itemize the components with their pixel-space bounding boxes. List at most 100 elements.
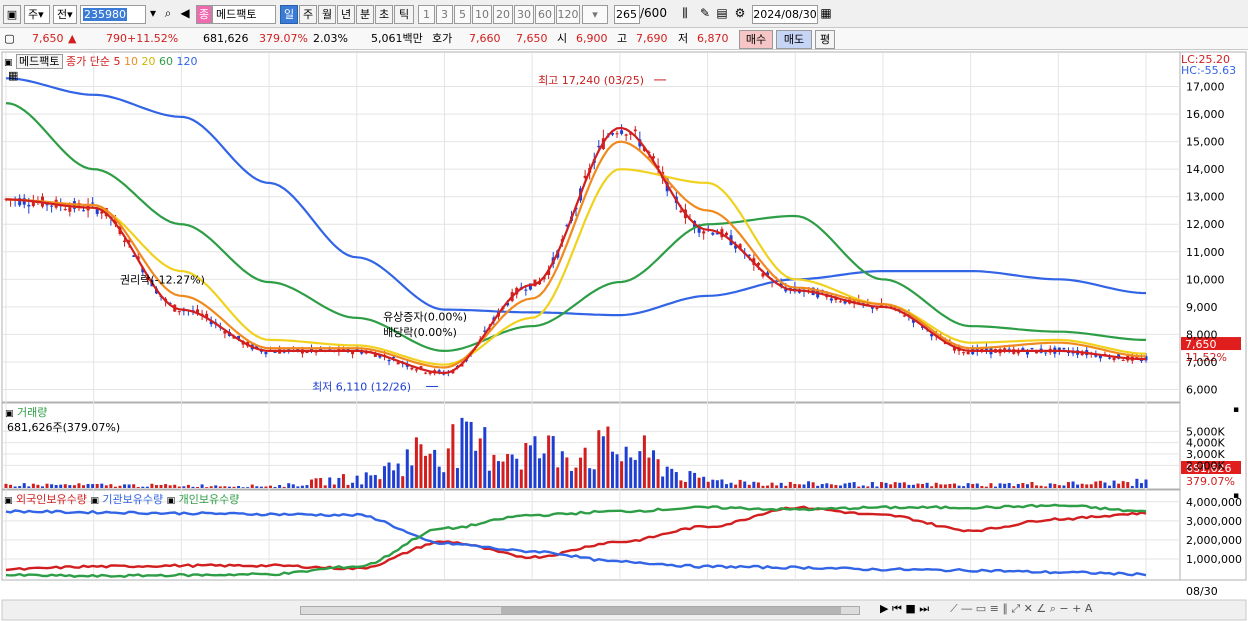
stock-code-input[interactable]: 235980 <box>80 5 146 24</box>
volume-bar <box>1025 484 1029 488</box>
count-120-button[interactable]: 120 <box>556 5 580 24</box>
volume-bar <box>952 483 956 488</box>
fib-tool-icon[interactable]: ≡ <box>990 602 999 615</box>
search-icon[interactable]: ⌕ <box>160 5 176 24</box>
scroll-last-icon[interactable]: ⏭ <box>919 602 929 615</box>
speaker-icon[interactable]: ◀ <box>176 5 194 24</box>
prev-select[interactable]: 전▾ <box>53 5 77 24</box>
candle-body <box>1108 357 1112 359</box>
legend-individual: 개인보유수량 <box>178 493 240 506</box>
stock-name-field[interactable]: 메드팩토 <box>212 5 276 24</box>
holding-toggle-icon[interactable]: ▣ <box>4 496 13 506</box>
legend-separator-icon: ▣ <box>166 496 176 506</box>
volume-bar <box>861 485 865 488</box>
zoom-icon[interactable]: ⌕ <box>1050 602 1056 615</box>
volume-bar <box>889 484 893 488</box>
volume-bar <box>346 484 350 488</box>
period-week-button[interactable]: 주 <box>299 5 317 24</box>
volume-bar <box>460 417 464 488</box>
volume-panel-close-icon[interactable]: ▪ <box>1233 405 1239 415</box>
volume-bar <box>328 477 332 488</box>
volume-bar <box>752 481 756 488</box>
trend-tool-icon[interactable]: ⤢ <box>1011 602 1020 615</box>
high-label: 고 <box>617 32 628 45</box>
zoom-out-icon[interactable]: − <box>1059 602 1068 615</box>
rights-offering-annotation: 유상증자(0.00%) <box>383 311 467 324</box>
zoom-in-icon[interactable]: + <box>1072 602 1081 615</box>
hline-tool-icon[interactable]: ― <box>961 602 972 615</box>
volume-bar <box>524 443 528 488</box>
volume-bar <box>588 468 592 488</box>
view-count-input[interactable]: 265 <box>614 5 640 24</box>
candle-body <box>1007 348 1011 350</box>
period-second-button[interactable]: 초 <box>375 5 393 24</box>
stop-icon[interactable]: ■ <box>905 602 915 615</box>
chart-svg: 7,65011.52% 681,626379.07% 17,00016,0001… <box>0 50 1248 621</box>
scrollbar-thumb[interactable] <box>501 607 841 614</box>
expand-icon[interactable]: ▢ <box>3 30 16 49</box>
period-day-button[interactable]: 일 <box>280 5 298 24</box>
count-5-button[interactable]: 5 <box>454 5 471 24</box>
cross-tool-icon[interactable]: ✕ <box>1024 602 1033 615</box>
horizontal-scrollbar[interactable] <box>300 606 860 615</box>
volume-bar <box>647 457 651 488</box>
rect-tool-icon[interactable]: ▭ <box>976 602 986 615</box>
volume-bar <box>22 483 26 488</box>
volume-bar <box>601 436 605 488</box>
draw-tool-icon[interactable]: ✎ <box>696 5 714 24</box>
volume-bar <box>697 477 701 488</box>
candle-type-icon[interactable]: ⫼ <box>676 5 694 24</box>
volume-bar <box>925 482 929 488</box>
volume-bar <box>237 486 241 488</box>
volume-bar <box>1108 485 1112 488</box>
price-tick-label: 10,000 <box>1186 273 1225 286</box>
count-20-button[interactable]: 20 <box>493 5 513 24</box>
volume-bar <box>825 483 829 488</box>
save-icon[interactable]: ▤ <box>714 5 730 24</box>
volume-toggle-icon[interactable]: ▣ <box>5 409 14 419</box>
sell-button[interactable]: 매도 <box>776 30 812 49</box>
count-dropdown[interactable]: ▾ <box>582 5 608 24</box>
count-30-button[interactable]: 30 <box>514 5 534 24</box>
count-60-button[interactable]: 60 <box>535 5 555 24</box>
period-tick-button[interactable]: 틱 <box>394 5 414 24</box>
volume-bar <box>36 484 40 488</box>
text-tool-icon[interactable]: A <box>1085 602 1093 615</box>
volume-bar <box>82 485 86 488</box>
volume-bar <box>1035 485 1039 488</box>
volume-bar <box>405 449 409 488</box>
period-minute-button[interactable]: 분 <box>356 5 374 24</box>
count-1-button[interactable]: 1 <box>418 5 435 24</box>
angle-tool-icon[interactable]: ∠ <box>1036 602 1046 615</box>
settings-gear-icon[interactable]: ⚙ <box>731 5 749 24</box>
view-total-label: /600 <box>640 6 667 20</box>
channel-tool-icon[interactable]: ∥ <box>1002 602 1008 615</box>
code-dropdown-icon[interactable]: ▾ <box>146 5 160 24</box>
period-year-button[interactable]: 년 <box>337 5 355 24</box>
open-label: 시 <box>557 32 568 45</box>
holding-panel-close-icon[interactable]: ▪ <box>1233 491 1239 501</box>
volume-bar <box>542 453 546 488</box>
volume-bar <box>943 484 947 488</box>
volume-bar <box>633 459 637 488</box>
calendar-icon[interactable]: ▦ <box>818 5 834 24</box>
volume-bar <box>984 486 988 488</box>
scroll-right-icon[interactable]: ▶ <box>880 602 888 615</box>
period-month-button[interactable]: 월 <box>318 5 336 24</box>
layout-icon[interactable]: ▣ <box>3 5 21 24</box>
volume-bar <box>1012 486 1016 488</box>
calculator-icon[interactable]: ▦ <box>8 69 18 82</box>
line-tool-icon[interactable]: ⟋ <box>950 602 958 615</box>
market-select[interactable]: 주▾ <box>24 5 50 24</box>
eval-button[interactable]: 평 <box>815 30 835 49</box>
legend-toggle-icon[interactable]: ▣ <box>4 58 13 68</box>
buy-button[interactable]: 매수 <box>739 30 773 49</box>
current-price: 7,650 <box>32 32 64 45</box>
scroll-first-icon[interactable]: ⏮ <box>892 602 902 615</box>
date-input[interactable]: 2024/08/30 <box>752 5 818 24</box>
volume-bar <box>177 486 181 488</box>
volume-bar <box>319 478 323 488</box>
volume-bar <box>620 461 624 488</box>
count-10-button[interactable]: 10 <box>472 5 492 24</box>
count-3-button[interactable]: 3 <box>436 5 453 24</box>
